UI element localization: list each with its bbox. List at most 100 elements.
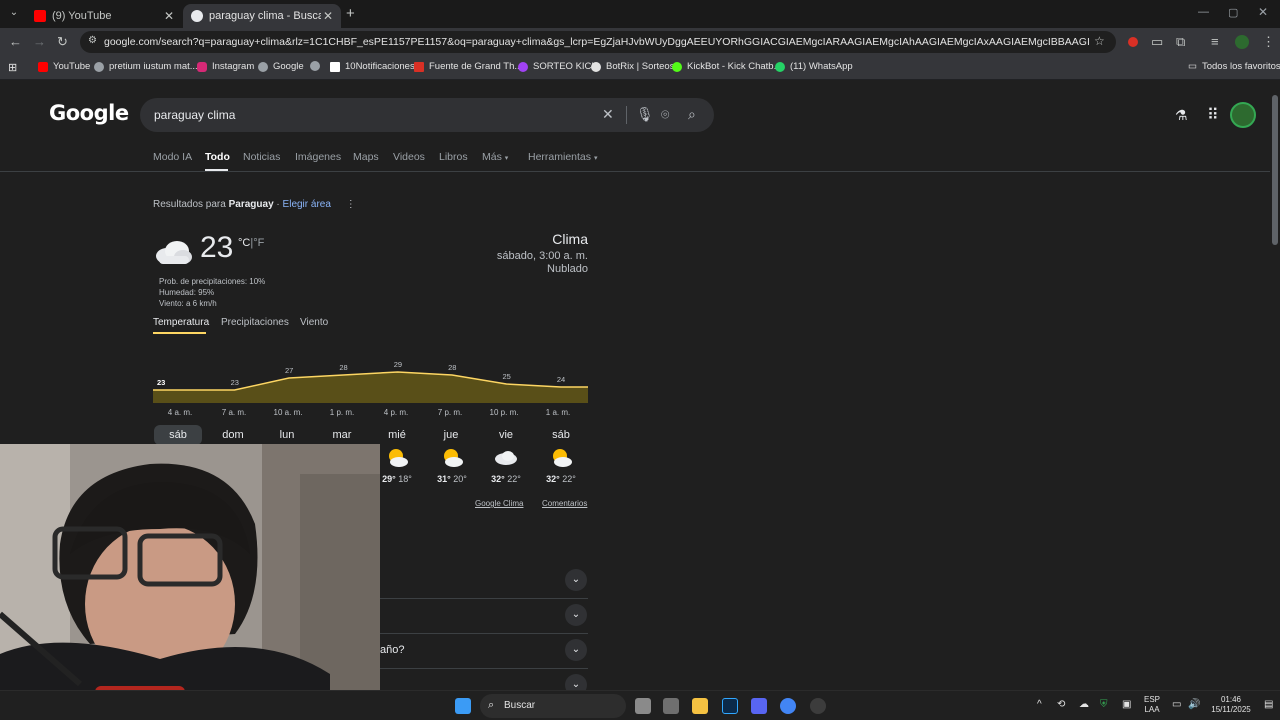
bookmark-pretium[interactable]: pretium iustum mat... [94,61,198,72]
expand-chevron-icon[interactable]: ⌄ [565,604,587,626]
account-avatar[interactable] [1230,102,1256,128]
notifications-icon[interactable]: ▤ [1264,699,1273,710]
tab-libros[interactable]: Libros [439,151,468,163]
back-icon[interactable]: ← [9,34,22,50]
choose-area-link[interactable]: Elegir área [283,199,331,210]
microphone-icon[interactable]: 🎙 [636,106,654,123]
bookmark-star-icon[interactable]: ☆ [1094,34,1105,48]
app-icon[interactable] [663,698,679,714]
day-sab-next[interactable]: sáb [537,425,585,445]
extension-red-icon[interactable] [1128,37,1138,47]
day-sab[interactable]: sáb [154,425,202,445]
tab-search-button[interactable]: ⌄ [6,7,22,21]
celsius-button[interactable]: °C [238,237,250,249]
chrome-icon[interactable] [780,698,796,714]
task-view-icon[interactable] [635,698,651,714]
feedback-link[interactable]: Comentarios [542,499,587,508]
expand-chevron-icon[interactable]: ⌄ [565,674,587,690]
volume-icon[interactable]: 🔊 [1188,699,1200,710]
all-bookmarks[interactable]: ▭ Todos los favoritos [1188,61,1280,72]
window-close-button[interactable]: ✕ [1258,5,1268,19]
search-box[interactable]: paraguay clima ✕ 🎙 ⌾ ⌕ [140,98,714,132]
tab-imagenes[interactable]: Imágenes [295,151,341,163]
expand-chevron-icon[interactable]: ⌄ [565,639,587,661]
forward-icon[interactable]: → [33,34,46,50]
tab-precipitaciones[interactable]: Precipitaciones [221,317,289,328]
youtube-icon [38,61,48,72]
search-input[interactable]: paraguay clima [154,108,235,122]
tab-noticias[interactable]: Noticias [243,151,280,163]
tab-maps[interactable]: Maps [353,151,379,163]
minimize-button[interactable]: — [1198,6,1209,18]
onedrive-icon[interactable]: ☁ [1079,699,1089,710]
day-mie[interactable]: mié [373,425,421,445]
fahrenheit-button[interactable]: °F [253,237,264,249]
tray-icon[interactable]: ⟲ [1057,699,1065,710]
photoshop-icon[interactable] [722,698,738,714]
extensions-icon[interactable]: ⧉ [1176,34,1185,50]
obs-icon[interactable] [810,698,826,714]
expand-chevron-icon[interactable]: ⌄ [565,569,587,591]
tab-todo[interactable]: Todo [205,151,230,163]
menu-icon[interactable]: ⋮ [1262,34,1275,50]
site-info-icon[interactable]: ⚙ [88,35,97,46]
profile-avatar[interactable] [1235,35,1249,49]
scrollbar[interactable] [1270,81,1280,690]
google-clima-link[interactable]: Google Clima [475,499,523,508]
tab-bar: ⌄ (9) YouTube ✕ paraguay clima - Buscar … [0,0,1280,28]
language-indicator[interactable]: ESP LAA [1142,695,1162,715]
bookmark-x[interactable]: 10Notificaciones [330,61,415,72]
address-bar[interactable]: ⚙ google.com/search?q=paraguay+clima&rlz… [80,31,1116,53]
new-tab-button[interactable]: + [346,5,355,22]
day-dom[interactable]: dom [209,425,257,445]
faq-question[interactable]: año? [380,644,404,656]
day-mar[interactable]: mar [318,425,366,445]
google-logo[interactable]: Google [49,101,129,125]
bookmark-globe[interactable] [310,61,325,71]
bookmark-botrix[interactable]: BotRix | Sorteos [591,61,674,72]
hour-label: 4 a. m. [167,408,193,417]
windows-start-icon[interactable] [455,698,471,714]
scroll-thumb[interactable] [1272,95,1278,245]
tray-chevron-icon[interactable]: ^ [1037,699,1042,710]
clear-icon[interactable]: ✕ [602,106,614,123]
extension-card-icon[interactable]: ▭ [1151,34,1163,50]
apps-grid-icon[interactable]: ⠿ [1207,105,1219,125]
more-options-icon[interactable]: ⋮ [346,199,356,210]
clock[interactable]: 01:46 15/11/2025 [1204,695,1258,715]
file-explorer-icon[interactable] [692,698,708,714]
bookmark-youtube[interactable]: YouTube [38,61,90,72]
discord-icon[interactable] [751,698,767,714]
apps-icon[interactable]: ⊞ [8,61,17,74]
tab-videos[interactable]: Videos [393,151,425,163]
labs-icon[interactable]: ⚗ [1175,107,1188,124]
network-icon[interactable]: ▭ [1172,699,1181,710]
tray-icon[interactable]: ▣ [1122,699,1131,710]
tab-herramientas[interactable]: Herramientas ▾ [528,151,597,163]
tab-modo-ia[interactable]: Modo IA [153,151,192,163]
security-icon[interactable]: ⛨ [1100,699,1108,710]
tab-temperatura[interactable]: Temperatura [153,317,209,328]
bookmark-whatsapp[interactable]: (11) WhatsApp [775,61,853,72]
day-lun[interactable]: lun [263,425,311,445]
tab-youtube[interactable]: (9) YouTube ✕ [26,4,182,28]
media-icon[interactable]: ≡ [1211,34,1219,50]
tab-mas[interactable]: Más ▾ [482,151,508,163]
bookmark-google[interactable]: Google [258,61,304,72]
day-jue[interactable]: jue [427,425,475,445]
lens-icon[interactable]: ⌾ [661,106,669,123]
close-icon[interactable]: ✕ [323,9,333,23]
taskbar-search[interactable]: ⌕ Buscar [480,694,626,718]
day-vie[interactable]: vie [482,425,530,445]
search-icon[interactable]: ⌕ [688,106,696,123]
close-icon[interactable]: ✕ [164,9,174,23]
bookmark-instagram[interactable]: Instagram [197,61,254,72]
bookmark-sorteo-kick[interactable]: SORTEO KICK [518,61,598,72]
bookmark-fuente[interactable]: Fuente de Grand Th... [414,61,522,72]
restore-button[interactable]: ▢ [1228,6,1238,19]
tab-viento[interactable]: Viento [300,317,328,328]
bookmark-kickbot[interactable]: KickBot - Kick Chatb... [672,61,782,72]
tab-google-search[interactable]: paraguay clima - Buscar con Go ✕ [183,4,341,28]
reload-icon[interactable]: ↻ [57,34,68,50]
search-icon: ⌕ [488,699,495,711]
